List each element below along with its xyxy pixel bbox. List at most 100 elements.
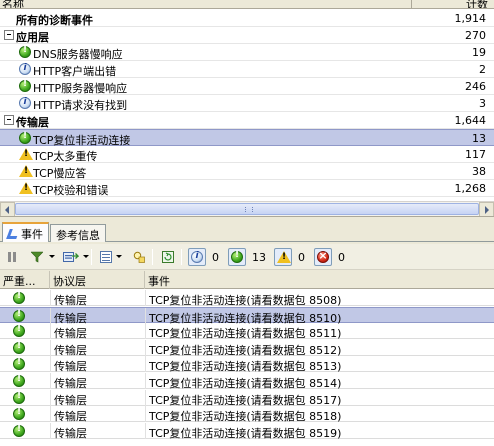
locate-packet-icon [133, 251, 145, 263]
event-cell: TCP复位非活动连接(请看数据包 8511) [149, 327, 342, 341]
event-row[interactable]: 传输层 TCP复位非活动连接(请看数据包 8518) [0, 406, 494, 424]
tree-item-row[interactable]: TCP太多重传 117 [0, 146, 494, 163]
warning-icon [277, 251, 291, 263]
columns-dropdown-arrow-icon[interactable] [116, 255, 122, 258]
tree-item-row[interactable]: TCP校验和错误 1,268 [0, 180, 494, 197]
event-row[interactable]: 传输层 TCP复位非活动连接(请看数据包 8519) [0, 422, 494, 440]
tree-item-label: 传输层 [16, 116, 49, 129]
ok-status-icon [13, 324, 25, 338]
filter-ok-toggle[interactable] [228, 248, 246, 266]
event-row[interactable]: 传输层 TCP复位非活动连接(请看数据包 8513) [0, 356, 494, 374]
event-row[interactable]: 传输层 TCP复位非活动连接(请看数据包 8508) [0, 290, 494, 307]
event-cell: TCP复位非活动连接(请看数据包 8513) [149, 360, 342, 374]
cell-divider [50, 373, 51, 389]
tree-group-row[interactable]: 传输层 1,644 [0, 112, 494, 129]
export-dropdown-arrow-icon[interactable] [83, 255, 89, 258]
tree-total-row[interactable]: 所有的诊断事件 1,914 [0, 10, 494, 27]
collapse-toggle-icon[interactable] [4, 115, 14, 125]
layer-cell: 传输层 [54, 343, 87, 357]
cell-divider [50, 323, 51, 340]
tree-item-row[interactable]: TCP慢应答 38 [0, 163, 494, 180]
tree-item-label: 应用层 [16, 31, 49, 44]
cell-divider [145, 406, 146, 423]
cell-divider [50, 422, 51, 439]
cell-divider [145, 389, 146, 406]
ok-status-icon [13, 309, 25, 322]
tree-item-label: HTTP请求没有找到 [33, 99, 128, 112]
filter-warning-toggle[interactable] [274, 248, 292, 266]
tree-item-count: 13 [472, 132, 486, 145]
tree-item-count: 246 [465, 80, 486, 93]
ok-status-icon [231, 250, 243, 263]
event-row[interactable]: 传输层 TCP复位非活动连接(请看数据包 8514) [0, 373, 494, 390]
tree-item-row[interactable]: HTTP服务器慢响应 246 [0, 78, 494, 95]
export-button[interactable] [60, 248, 82, 266]
collapse-toggle-icon[interactable] [4, 30, 14, 40]
filter-error-toggle[interactable] [314, 248, 332, 266]
filter-info-toggle[interactable] [188, 248, 206, 266]
tree-item-count: 1,268 [454, 182, 487, 195]
error-icon [317, 249, 329, 263]
layer-cell: 传输层 [54, 410, 87, 424]
tree-item-count: 19 [472, 46, 486, 59]
tree-item-label: DNS服务器慢响应 [33, 48, 123, 61]
toolbar-separator [181, 249, 182, 265]
locate-packet-button[interactable] [130, 248, 148, 266]
event-row[interactable]: 传输层TCP复位非活动连接(请看数据包 8510) [0, 306, 494, 325]
toolbar-separator [152, 249, 153, 265]
count-column-header[interactable]: 计数 [466, 0, 488, 8]
scroll-thumb[interactable] [15, 203, 479, 215]
scroll-left-button[interactable] [0, 202, 15, 216]
horizontal-scrollbar[interactable] [0, 201, 494, 216]
layer-cell: 传输层 [54, 294, 87, 307]
tree-item-row[interactable]: HTTP请求没有找到 3 [0, 95, 494, 112]
layer-cell: 传输层 [54, 393, 87, 407]
tab-events[interactable]: 事件 [2, 222, 49, 242]
columns-list-icon [100, 251, 112, 263]
events-grid: 严重... 协议层 事件 传输层TCP复位非活动连接(请看数据包 8508)传输… [0, 271, 494, 446]
tree-item-label: TCP校验和错误 [33, 184, 109, 197]
cell-divider [50, 406, 51, 423]
tree-item-label: 所有的诊断事件 [16, 14, 93, 27]
tab-reference-info[interactable]: 参考信息 [50, 224, 106, 242]
event-cell: TCP复位非活动连接(请看数据包 8517) [149, 393, 342, 407]
expert-icon [8, 252, 16, 262]
event-row[interactable]: 传输层 TCP复位非活动连接(请看数据包 8517) [0, 389, 494, 407]
event-cell: TCP复位非活动连接(请看数据包 8514) [149, 377, 342, 390]
event-cell: TCP复位非活动连接(请看数据包 8508) [149, 294, 342, 307]
event-row[interactable]: 传输层 TCP复位非活动连接(请看数据包 8511) [0, 323, 494, 341]
cell-divider [50, 307, 51, 324]
tree-item-row[interactable]: TCP复位非活动连接13 [0, 129, 494, 147]
ok-count: 13 [252, 251, 266, 264]
cell-divider [145, 373, 146, 389]
severity-column-header[interactable]: 严重... [0, 271, 50, 289]
scroll-right-button[interactable] [479, 202, 494, 216]
layer-column-header[interactable]: 协议层 [50, 271, 145, 289]
ok-status-icon [13, 407, 25, 421]
grid-header: 严重... 协议层 事件 [0, 271, 494, 289]
tree-item-count: 1,914 [454, 12, 487, 25]
ok-status-icon [13, 424, 25, 437]
filter-dropdown-arrow-icon[interactable] [49, 255, 55, 258]
tree-item-label: TCP慢应答 [33, 167, 87, 180]
column-divider[interactable] [411, 0, 412, 8]
tree-item-count: 270 [465, 29, 486, 42]
event-column-header[interactable]: 事件 [145, 271, 494, 289]
layer-cell: 传输层 [54, 377, 87, 390]
tree-item-row[interactable]: DNS服务器慢响应 19 [0, 44, 494, 61]
filter-button[interactable] [28, 248, 46, 266]
warning-icon [19, 182, 33, 194]
tree-group-row[interactable]: 应用层 270 [0, 27, 494, 44]
warning-icon [19, 165, 33, 177]
cell-divider [50, 290, 51, 306]
layer-cell: 传输层 [54, 426, 87, 440]
tree-item-row[interactable]: HTTP客户端出错 2 [0, 61, 494, 78]
cell-divider [145, 339, 146, 356]
tab-strip: 事件 参考信息 [0, 220, 494, 242]
name-column-header[interactable]: 名称 [2, 0, 24, 8]
columns-button[interactable] [97, 248, 115, 266]
refresh-button[interactable] [159, 248, 177, 266]
ok-status-icon [13, 291, 25, 304]
event-row[interactable]: 传输层 TCP复位非活动连接(请看数据包 8512) [0, 339, 494, 357]
expert-button[interactable] [3, 248, 21, 266]
